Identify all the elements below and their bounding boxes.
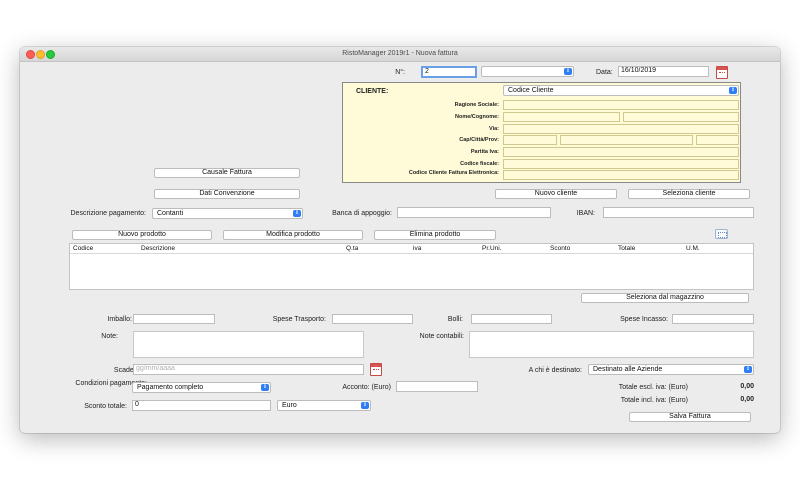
updown-arrows-icon: ⇕ — [744, 366, 752, 373]
column-header[interactable]: Totale — [618, 245, 635, 252]
cliente-heading: CLIENTE: — [356, 88, 389, 95]
acconto-field[interactable] — [396, 381, 478, 392]
column-header[interactable]: Q.ta — [346, 245, 358, 252]
via-field[interactable] — [503, 124, 739, 134]
series-select[interactable]: ⇕ — [481, 66, 574, 77]
imballo-label: Imballo: — [107, 316, 132, 323]
ragione-sociale-field[interactable] — [503, 100, 739, 110]
modifica-prodotto-button[interactable]: Modifica prodotto — [223, 230, 363, 240]
spese-trasporto-field[interactable] — [332, 314, 413, 324]
note-textarea[interactable] — [133, 331, 364, 358]
cliente-panel: CLIENTE: Codice Cliente ⇕ Ragione Social… — [342, 82, 741, 183]
numero-label: N°: — [395, 69, 405, 76]
cliente-code-select[interactable]: Codice Cliente ⇕ — [503, 85, 739, 96]
invoice-window: RistoManager 2019r1 - Nuova fattura N°: … — [20, 47, 780, 433]
totale-escl-label: Totale escl. iva: (Euro) — [618, 384, 688, 391]
spese-incasso-field[interactable] — [672, 314, 754, 324]
via-label: Via: — [489, 126, 499, 132]
destinato-label: A chi è destinato: — [528, 367, 582, 374]
updown-arrows-icon: ⇕ — [564, 68, 572, 75]
destinato-select-value: Destinato alle Aziende — [593, 366, 663, 373]
descrizione-pagamento-value: Contanti — [157, 210, 184, 217]
partita-iva-field[interactable] — [503, 147, 739, 157]
updown-arrows-icon: ⇕ — [361, 402, 369, 409]
codice-fiscale-field[interactable] — [503, 159, 739, 169]
codice-fe-label: Codice Cliente Fattura Elettronica: — [408, 170, 499, 176]
nuovo-prodotto-button[interactable]: Nuovo prodotto — [72, 230, 212, 240]
column-header[interactable]: Sconto — [550, 245, 570, 252]
currency-select-value: Euro — [282, 402, 297, 409]
imballo-field[interactable] — [133, 314, 215, 324]
column-header[interactable]: Codice — [73, 245, 93, 252]
sconto-totale-field[interactable]: 0 — [132, 400, 271, 411]
banca-appoggio-label: Banca di appoggio: — [332, 210, 392, 217]
prov-field[interactable] — [696, 135, 739, 145]
title-bar[interactable]: RistoManager 2019r1 - Nuova fattura — [20, 47, 780, 62]
totale-incl-label: Totale incl. iva: (Euro) — [620, 397, 688, 404]
grid-icon[interactable] — [715, 229, 728, 239]
numero-field[interactable]: 2 — [421, 66, 477, 78]
condizioni-pagamento-select[interactable]: Pagamento completo ⇕ — [132, 382, 271, 393]
codice-fiscale-label: Codice fiscale: — [460, 161, 499, 167]
nuovo-cliente-button[interactable]: Nuovo cliente — [495, 189, 617, 199]
salva-fattura-button[interactable]: Salva Fattura — [629, 412, 751, 422]
condizioni-pagamento-label: Condizioni pagamento: — [75, 380, 147, 387]
descrizione-pagamento-label: Descrizione pagamento: — [70, 210, 147, 217]
column-header[interactable]: U.M. — [686, 245, 700, 252]
calendar-icon[interactable] — [716, 66, 728, 79]
dati-convenzione-button[interactable]: Dati Convenzione — [154, 189, 300, 199]
currency-select[interactable]: Euro ⇕ — [277, 400, 371, 411]
cliente-code-select-value: Codice Cliente — [508, 87, 554, 94]
sconto-totale-label: Sconto totale: — [84, 403, 127, 410]
iban-field[interactable] — [603, 207, 754, 218]
updown-arrows-icon: ⇕ — [729, 87, 737, 94]
bolli-field[interactable] — [471, 314, 552, 324]
note-contabili-label: Note contabili: — [419, 333, 464, 340]
table-header: Codice Descrizione Q.ta iva Pr.Uni. Scon… — [70, 244, 753, 254]
codice-fe-field[interactable] — [503, 170, 739, 180]
cap-citta-prov-label: Cap/Città/Prov: — [459, 137, 499, 143]
totale-incl-value: 0,00 — [740, 396, 754, 403]
spese-incasso-label: Spese Incasso: — [620, 316, 668, 323]
iban-label: IBAN: — [576, 210, 595, 217]
citta-field[interactable] — [560, 135, 693, 145]
column-header[interactable]: Descrizione — [141, 245, 175, 252]
banca-appoggio-field[interactable] — [397, 207, 551, 218]
condizioni-pagamento-value: Pagamento completo — [137, 384, 204, 391]
column-header[interactable]: Pr.Uni. — [482, 245, 502, 252]
nome-cognome-label: Nome/Cognome: — [455, 114, 499, 120]
ragione-sociale-label: Ragione Sociale: — [454, 102, 499, 108]
seleziona-magazzino-button[interactable]: Seleziona dal magazzino — [581, 293, 749, 303]
column-header[interactable]: iva — [413, 245, 421, 252]
partita-iva-label: Partita Iva: — [470, 149, 499, 155]
note-label: Note: — [101, 333, 118, 340]
data-label: Data: — [596, 69, 613, 76]
scadenza-field[interactable]: gg/mm/aaaa — [133, 364, 364, 375]
note-contabili-textarea[interactable] — [469, 331, 754, 358]
cognome-field[interactable] — [623, 112, 739, 122]
cap-field[interactable] — [503, 135, 557, 145]
causale-fattura-button[interactable]: Causale Fattura — [154, 168, 300, 178]
spese-trasporto-label: Spese Trasporto: — [272, 316, 326, 323]
products-table[interactable]: Codice Descrizione Q.ta iva Pr.Uni. Scon… — [69, 243, 754, 290]
destinato-select[interactable]: Destinato alle Aziende ⇕ — [588, 364, 754, 375]
calendar-icon[interactable] — [370, 363, 382, 376]
bolli-label: Bolli: — [447, 316, 463, 323]
acconto-label: Acconto: (Euro) — [342, 384, 391, 391]
seleziona-cliente-button[interactable]: Seleziona cliente — [628, 189, 750, 199]
descrizione-pagamento-select[interactable]: Contanti ⇕ — [152, 208, 303, 219]
nome-field[interactable] — [503, 112, 620, 122]
updown-arrows-icon: ⇕ — [261, 384, 269, 391]
data-field[interactable]: 16/10/2019 — [618, 66, 709, 77]
elimina-prodotto-button[interactable]: Elimina prodotto — [374, 230, 496, 240]
totale-escl-value: 0,00 — [740, 383, 754, 390]
updown-arrows-icon: ⇕ — [293, 210, 301, 217]
window-title: RistoManager 2019r1 - Nuova fattura — [342, 50, 458, 57]
